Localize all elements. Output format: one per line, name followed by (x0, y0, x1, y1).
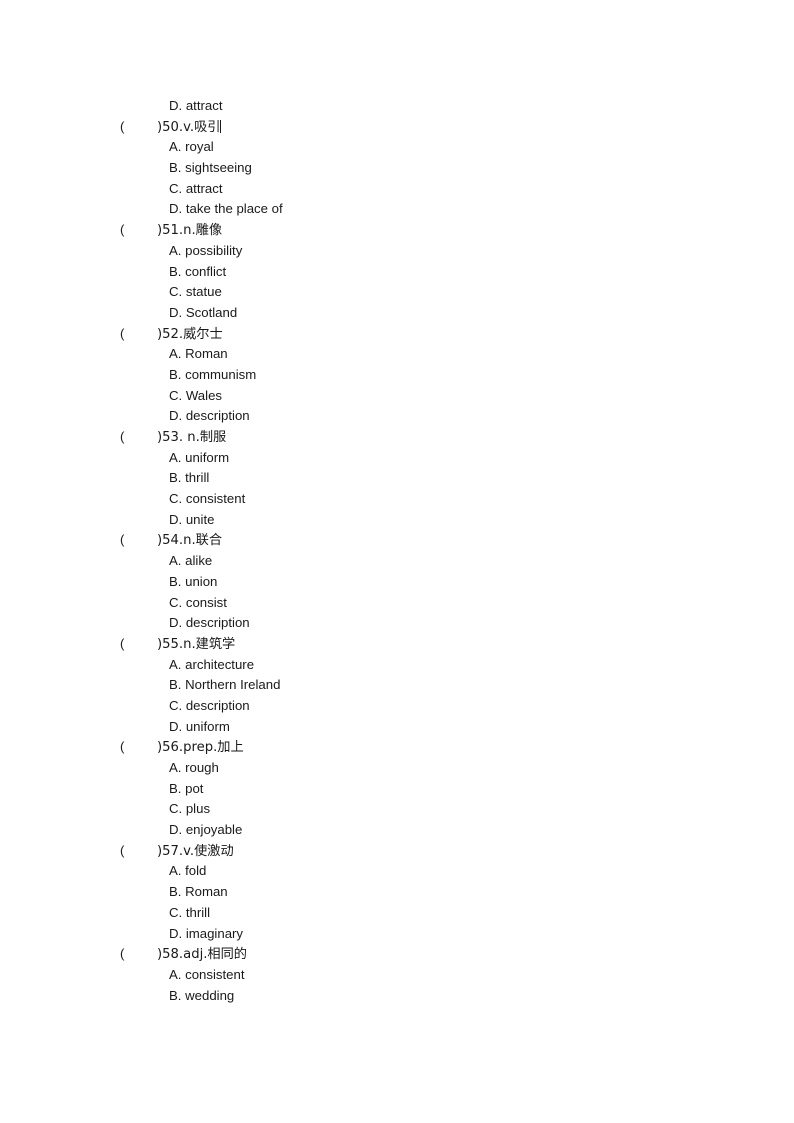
option-53-c[interactable]: C. consistent (0, 489, 794, 510)
option-54-a[interactable]: A. alike (0, 551, 794, 572)
option-50-a[interactable]: A. royal (0, 137, 794, 158)
question-stem-50[interactable]: ()50.v.吸引 (0, 117, 794, 138)
option-51-c[interactable]: C. statue (0, 282, 794, 303)
option-51-a[interactable]: A. possibility (0, 241, 794, 262)
answer-blank-50[interactable]: ( (120, 117, 157, 138)
question-stem-57[interactable]: ()57.v.使激动 (0, 841, 794, 862)
answer-blank-56[interactable]: ( (120, 737, 157, 758)
answer-blank-51[interactable]: ( (120, 220, 157, 241)
questions-container: ()50.v.吸引 A. royal B. sightseeing C. attrac… (0, 117, 794, 1007)
question-text-50: )50.v.吸引 (157, 119, 221, 135)
answer-blank-52[interactable]: ( (120, 324, 157, 345)
question-stem-55[interactable]: ()55.n.建筑学 (0, 634, 794, 655)
option-55-c[interactable]: C. description (0, 696, 794, 717)
option-54-d[interactable]: D. description (0, 613, 794, 634)
option-50-d[interactable]: D. take the place of (0, 199, 794, 220)
answer-blank-54[interactable]: ( (120, 530, 157, 551)
option-57-d[interactable]: D. imaginary (0, 924, 794, 945)
question-text-53: )53. n.制服 (157, 430, 227, 445)
question-text-54: )54.n.联合 (157, 533, 223, 549)
option-58-a[interactable]: A. consistent (0, 965, 794, 986)
option-52-a[interactable]: A. Roman (0, 344, 794, 365)
question-list: D. attract ()50.v.吸引 A. royal B. sightseei… (0, 96, 794, 1006)
option-51-b[interactable]: B. conflict (0, 262, 794, 283)
option-55-b[interactable]: B. Northern Ireland (0, 675, 794, 696)
question-stem-54[interactable]: ()54.n.联合 (0, 530, 794, 551)
question-text-57: )57.v.使激动 (157, 843, 234, 859)
option-54-c[interactable]: C. consist (0, 593, 794, 614)
answer-blank-58[interactable]: ( (120, 944, 157, 965)
option-53-a[interactable]: A. uniform (0, 448, 794, 469)
option-56-c[interactable]: C. plus (0, 799, 794, 820)
option-57-c[interactable]: C. thrill (0, 903, 794, 924)
option-54-b[interactable]: B. union (0, 572, 794, 593)
answer-blank-53[interactable]: ( (120, 427, 157, 448)
question-stem-58[interactable]: ()58.adj.相同的 (0, 944, 794, 965)
question-text-58: )58.adj.相同的 (157, 947, 247, 963)
question-stem-51[interactable]: ()51.n.雕像 (0, 220, 794, 241)
option-52-b[interactable]: B. communism (0, 365, 794, 386)
option-58-b[interactable]: B. wedding (0, 986, 794, 1007)
question-stem-56[interactable]: ()56.prep.加上 (0, 737, 794, 758)
question-stem-53[interactable]: ()53. n.制服 (0, 427, 794, 448)
option-52-c[interactable]: C. Wales (0, 386, 794, 407)
option-52-d[interactable]: D. description (0, 406, 794, 427)
option-57-a[interactable]: A. fold (0, 861, 794, 882)
option-56-b[interactable]: B. pot (0, 779, 794, 800)
option-56-d[interactable]: D. enjoyable (0, 820, 794, 841)
text-cursor-caret (220, 119, 222, 133)
option-57-b[interactable]: B. Roman (0, 882, 794, 903)
question-text-55: )55.n.建筑学 (157, 636, 236, 652)
option-53-b[interactable]: B. thrill (0, 468, 794, 489)
question-text-51: )51.n.雕像 (157, 223, 223, 239)
answer-blank-57[interactable]: ( (120, 841, 157, 862)
option-51-d[interactable]: D. Scotland (0, 303, 794, 324)
document-page: D. attract ()50.v.吸引 A. royal B. sightseei… (0, 0, 794, 1123)
option-50-b[interactable]: B. sightseeing (0, 158, 794, 179)
option-56-a[interactable]: A. rough (0, 758, 794, 779)
option-53-d[interactable]: D. unite (0, 510, 794, 531)
option-50-c[interactable]: C. attract (0, 179, 794, 200)
orphan-option-line: D. attract (169, 98, 223, 113)
question-text-52: )52.威尔士 (157, 326, 223, 342)
question-stem-52[interactable]: ()52.威尔士 (0, 324, 794, 345)
option-55-d[interactable]: D. uniform (0, 717, 794, 738)
question-text-56: )56.prep.加上 (157, 740, 244, 756)
option-55-a[interactable]: A. architecture (0, 655, 794, 676)
answer-blank-55[interactable]: ( (120, 634, 157, 655)
